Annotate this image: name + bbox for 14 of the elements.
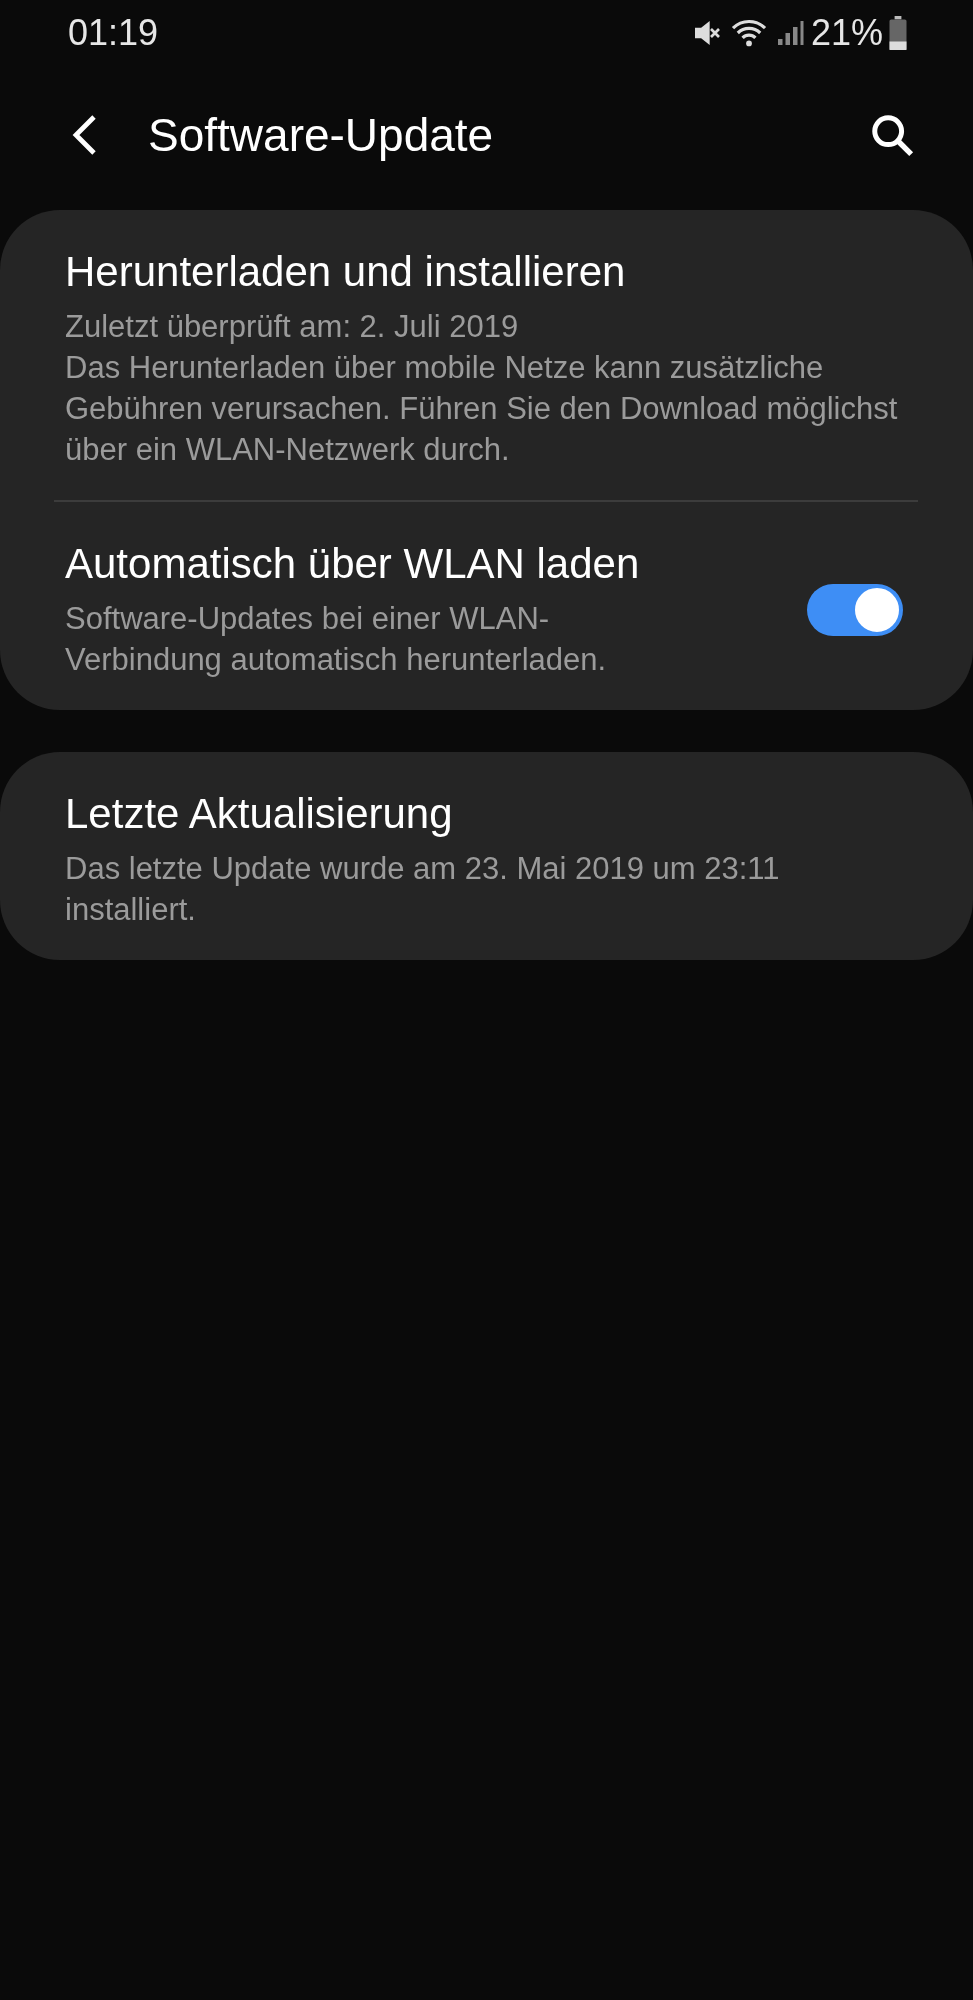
battery-icon (889, 16, 907, 50)
setting-description: Zuletzt überprüft am: 2. Juli 2019 (65, 308, 520, 346)
page-title: Software-Update (148, 108, 495, 162)
setting-title[interactable]: Letzte Aktualisierung (65, 790, 903, 838)
setting-description: Das letzte Update wurde am 23. Mai 2019 um 23:11 installiert. (65, 850, 781, 929)
toggle-switch[interactable] (807, 584, 903, 636)
setting-description: Software-Updates bei einer WLAN-Verbindung automatisch herunterladen. (65, 600, 608, 679)
back-icon[interactable] (70, 113, 98, 157)
status-time: 01:19 (68, 12, 159, 54)
battery-percentage: 21% (810, 12, 883, 54)
search-icon[interactable] (869, 112, 915, 158)
setting-description: Das Herunterladen über mobile Netze kann zusätzliche Gebühren verursachen. Führen Sie den Download möglichst über ein WLAN-Netzwerk durch. (65, 349, 899, 469)
setting-title[interactable]: Automatisch über WLAN laden (65, 540, 645, 588)
setting-title[interactable]: Herunterladen und installieren (65, 248, 903, 296)
